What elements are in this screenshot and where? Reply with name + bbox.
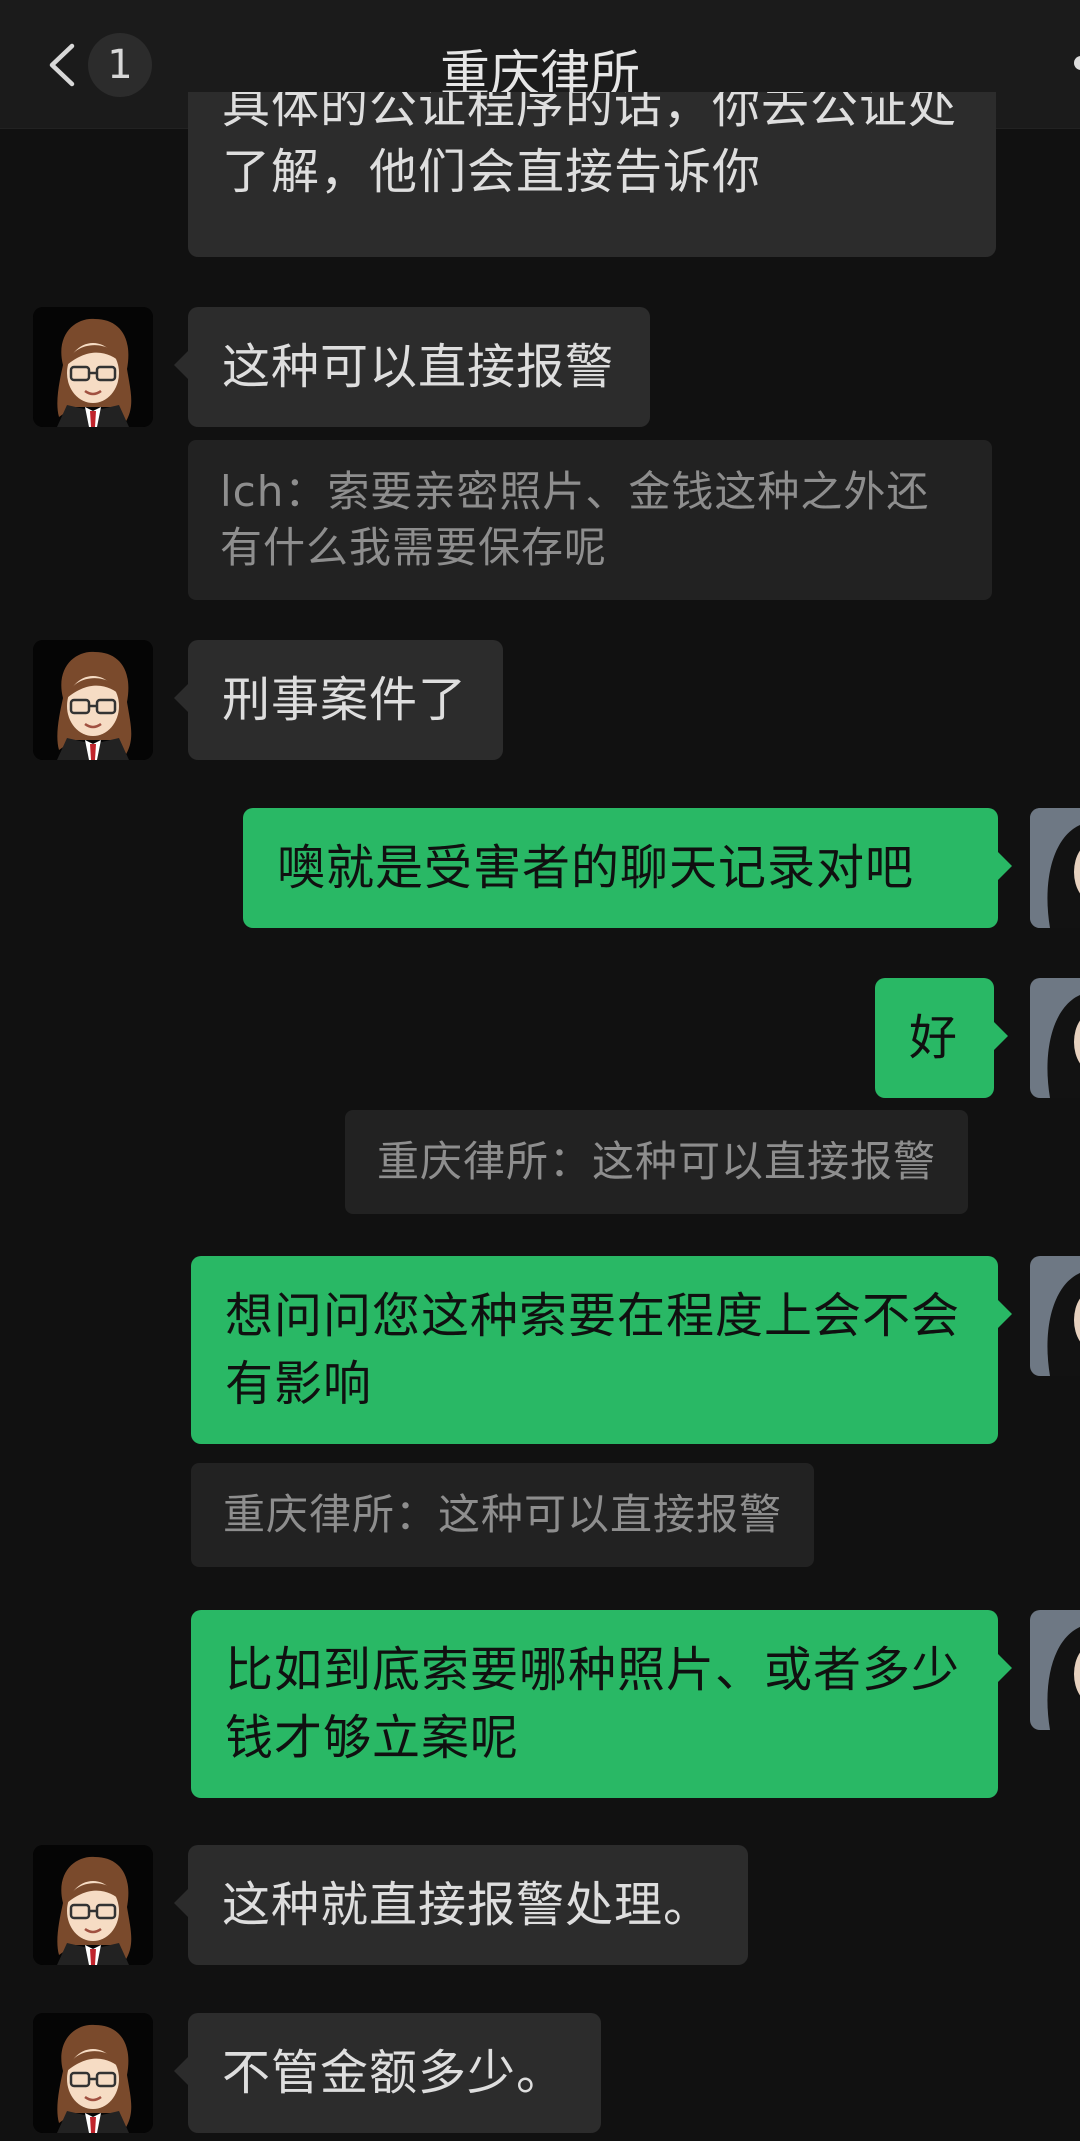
quoted-message[interactable]: 重庆律所：这种可以直接报警: [345, 1110, 969, 1214]
message-text: 刑事案件了: [222, 672, 468, 728]
lawyer-avatar[interactable]: [33, 2013, 153, 2133]
message-text: 噢就是受害者的聊天记录对吧: [277, 840, 915, 896]
message-bubble[interactable]: 这种就直接报警处理。: [173, 1845, 749, 1965]
quoted-text: lch：索要亲密照片、金钱这种之外还有什么我需要保存呢: [220, 467, 930, 572]
message-bubble[interactable]: 具体的公证程序的话，你去公证处了解，他们会直接告诉你: [188, 92, 996, 257]
my-avatar-icon: [1030, 808, 1080, 928]
message-text: 具体的公证程序的话，你去公证处了解，他们会直接告诉你: [222, 92, 958, 200]
message-text: 好: [909, 1010, 959, 1066]
quoted-text: 重庆律所：这种可以直接报警: [223, 1490, 783, 1539]
my-avatar-icon: [1030, 978, 1080, 1098]
message-text: 想问问您这种索要在程度上会不会有影响: [225, 1288, 961, 1412]
message-bubble[interactable]: 不管金额多少。: [173, 2013, 602, 2133]
message-bubble[interactable]: 这种可以直接报警: [173, 307, 651, 427]
my-avatar[interactable]: [1030, 808, 1080, 928]
quoted-message[interactable]: lch：索要亲密照片、金钱这种之外还有什么我需要保存呢: [188, 440, 992, 600]
lawyer-avatar-icon: [33, 307, 153, 427]
message-bubble[interactable]: 比如到底索要哪种照片、或者多少钱才够立案呢: [191, 1610, 1012, 1798]
lawyer-avatar-icon: [33, 2013, 153, 2133]
my-avatar[interactable]: [1030, 1256, 1080, 1376]
lawyer-avatar[interactable]: [33, 1845, 153, 1965]
lawyer-avatar[interactable]: [33, 307, 153, 427]
message-bubble[interactable]: 想问问您这种索要在程度上会不会有影响: [191, 1256, 1012, 1444]
quoted-message[interactable]: 重庆律所：这种可以直接报警: [191, 1463, 815, 1567]
my-avatar[interactable]: [1030, 1610, 1080, 1730]
lawyer-avatar[interactable]: [33, 640, 153, 760]
message-bubble[interactable]: 刑事案件了: [173, 640, 504, 760]
message-text: 比如到底索要哪种照片、或者多少钱才够立案呢: [225, 1642, 961, 1766]
message-text: 这种可以直接报警: [222, 339, 615, 395]
my-avatar[interactable]: [1030, 978, 1080, 1098]
lawyer-avatar-icon: [33, 640, 153, 760]
lawyer-avatar-icon: [33, 1845, 153, 1965]
my-avatar-icon: [1030, 1256, 1080, 1376]
quoted-text: 重庆律所：这种可以直接报警: [377, 1137, 937, 1186]
message-text: 不管金额多少。: [222, 2045, 566, 2101]
message-text: 这种就直接报警处理。: [222, 1877, 713, 1933]
message-bubble[interactable]: 好: [875, 978, 1009, 1098]
message-bubble[interactable]: 噢就是受害者的聊天记录对吧: [243, 808, 1012, 928]
my-avatar-icon: [1030, 1610, 1080, 1730]
